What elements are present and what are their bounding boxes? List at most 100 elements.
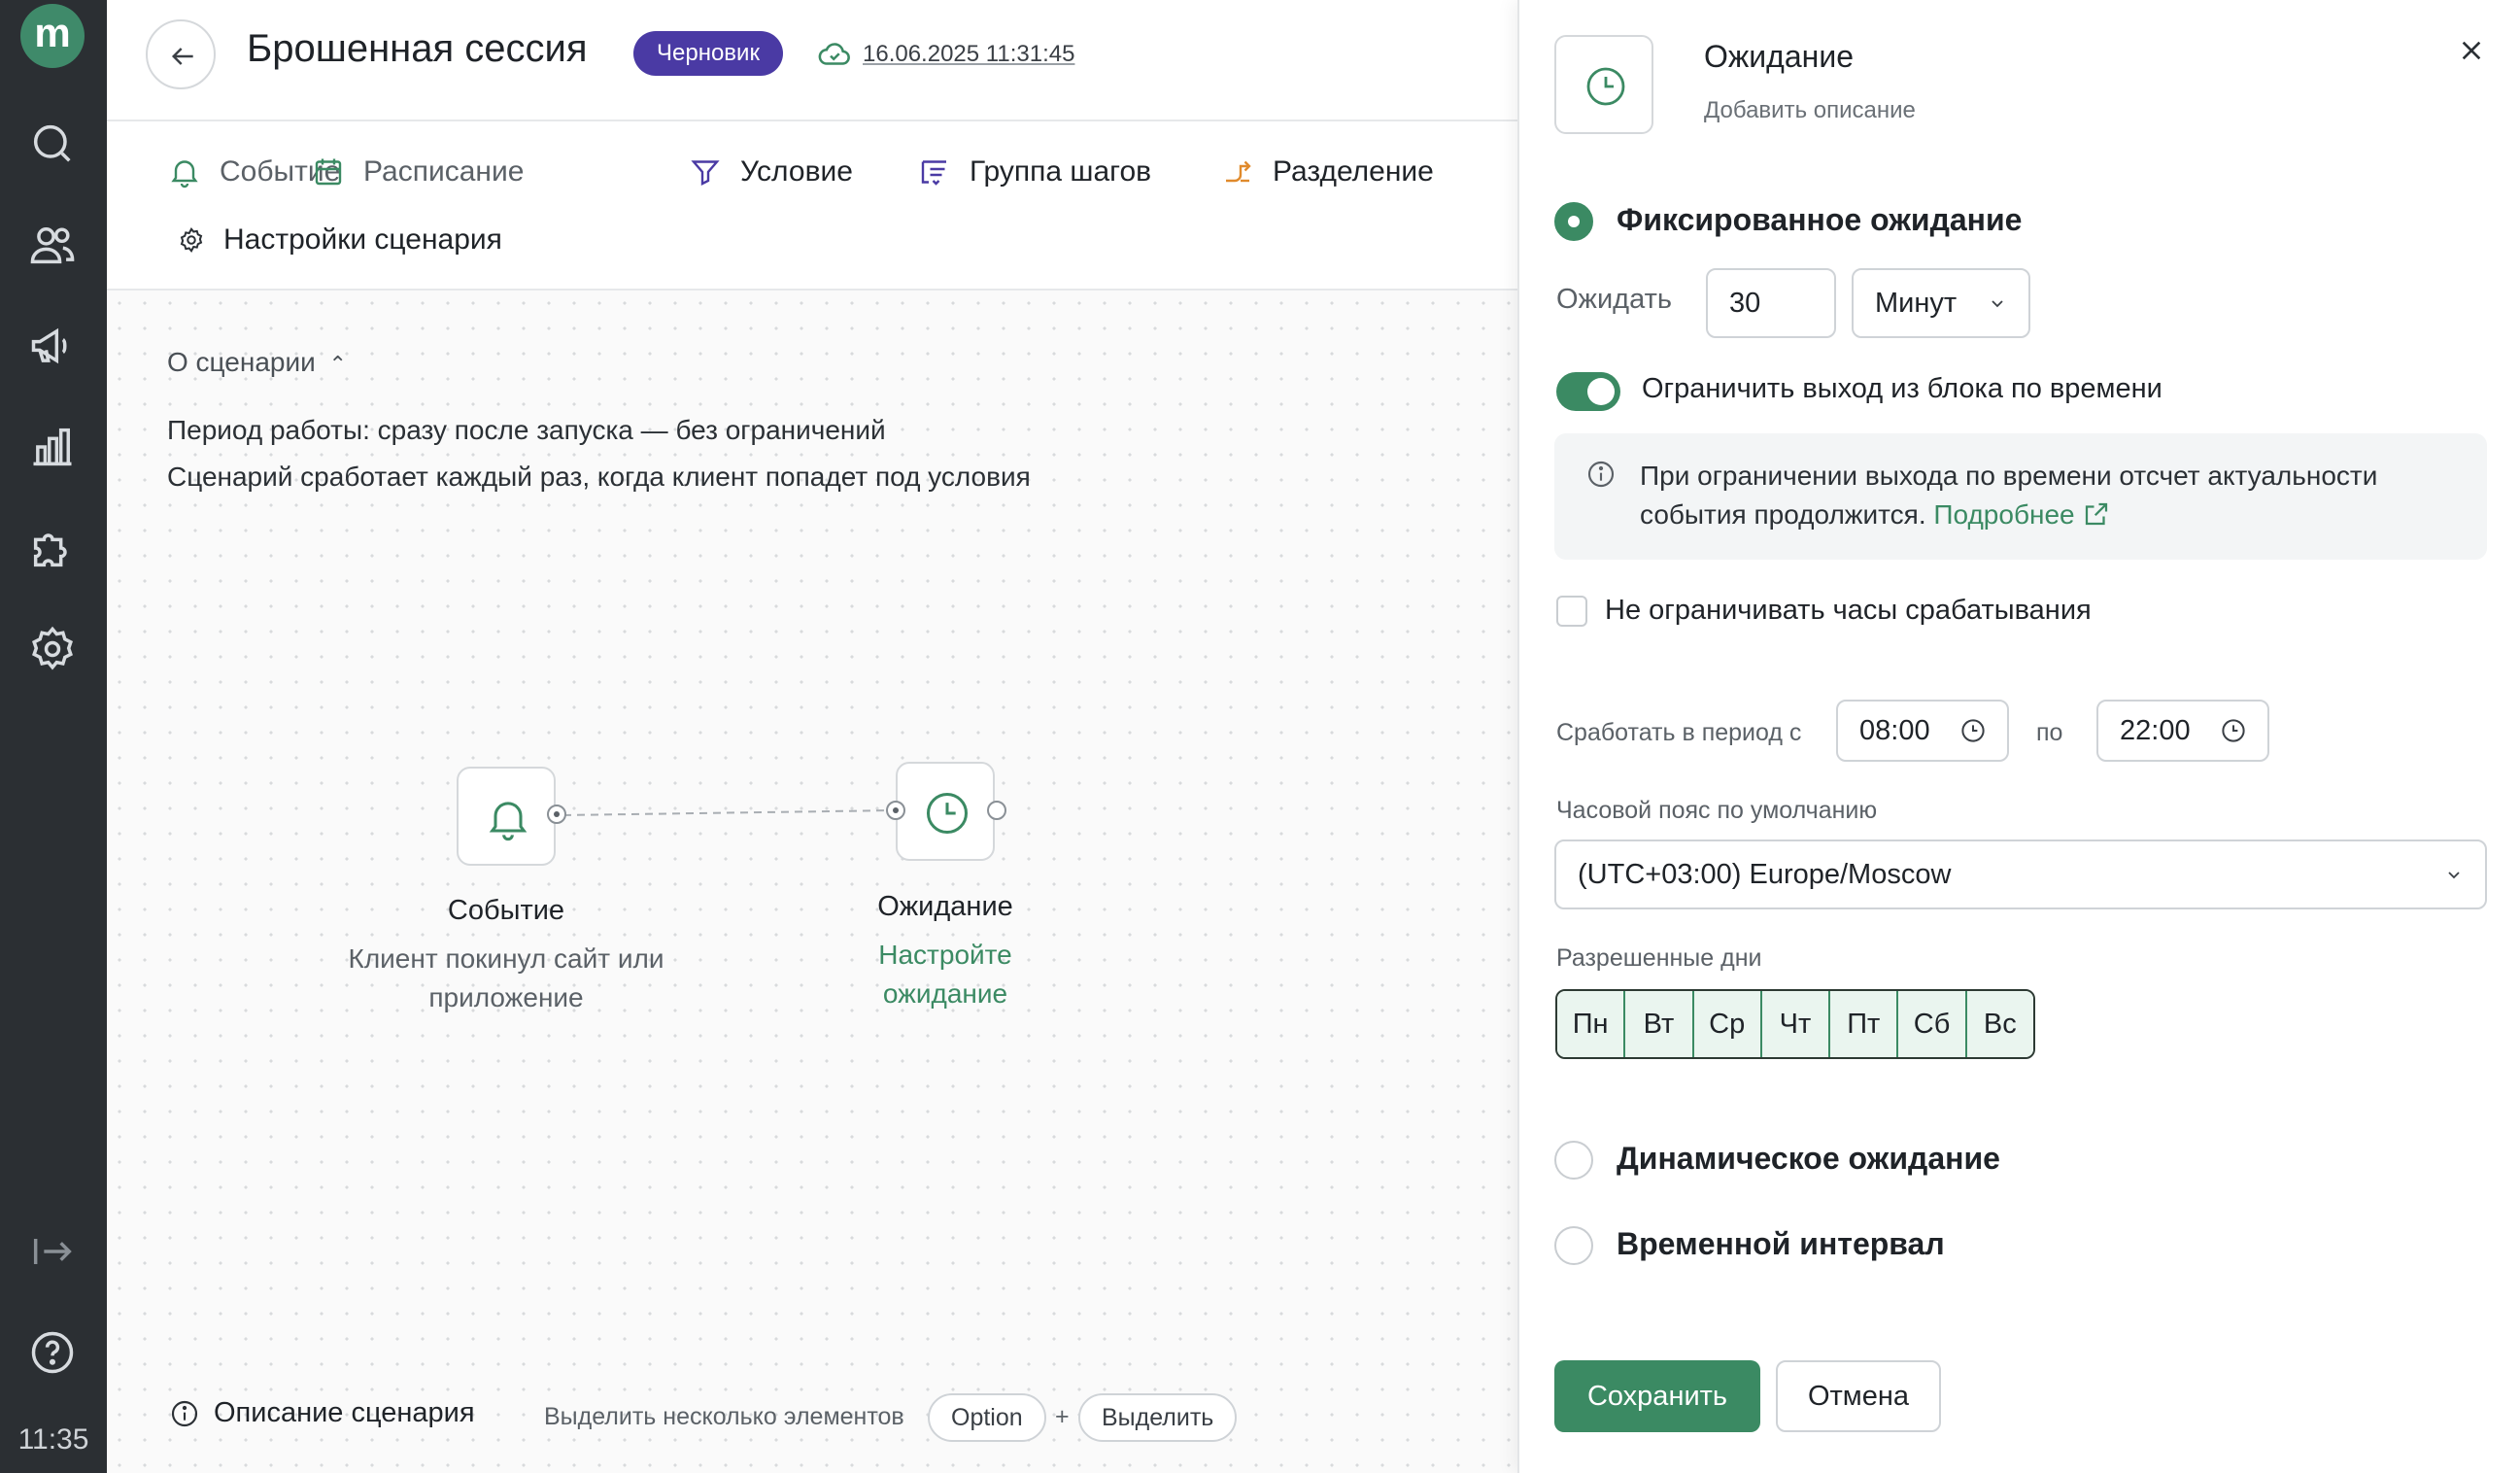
app-root: m 11:35 Брошенная сессия Черновик 16.06.…: [0, 0, 2520, 1473]
node-wait-in-port[interactable]: [886, 801, 905, 820]
multi-select-hint: Выделить несколько элементов: [544, 1403, 904, 1430]
info-text-line-2: события продолжится. Подробнее: [1640, 496, 2377, 534]
day-tue[interactable]: Вт: [1625, 991, 1694, 1057]
chevron-down-icon: [1992, 300, 2003, 308]
toolbar-item-condition[interactable]: Условие: [688, 143, 853, 201]
bell-icon: [489, 802, 528, 841]
day-mon[interactable]: Пн: [1557, 991, 1626, 1057]
period-from-input[interactable]: 08:00: [1836, 700, 2009, 762]
analytics-icon[interactable]: [27, 422, 78, 472]
scenario-description-button[interactable]: Описание сценария: [169, 1397, 475, 1429]
day-sun[interactable]: Вс: [1966, 991, 2033, 1057]
info-text: При ограничении выхода по времени отсчет…: [1640, 457, 2377, 534]
node-event[interactable]: [457, 767, 556, 866]
puzzle-icon[interactable]: [27, 523, 78, 573]
toolbar-item-label: Разделение: [1273, 155, 1434, 188]
node-wait-subtitle-line: ожидание: [882, 978, 1008, 1009]
cancel-button[interactable]: Отмена: [1776, 1360, 1941, 1432]
info-text-line: события продолжится.: [1640, 499, 1926, 530]
clock-icon: [1586, 67, 1625, 106]
scenario-canvas[interactable]: О сценарии ⌃ Период работы: сразу после …: [107, 291, 1517, 1473]
toolbar-item-label: Условие: [740, 155, 853, 188]
more-info-link[interactable]: Подробнее: [1933, 499, 2111, 530]
users-icon[interactable]: [27, 220, 78, 270]
split-icon: [1226, 160, 1251, 183]
toolbar-item-split[interactable]: Разделение: [1220, 143, 1434, 201]
limit-exit-toggle[interactable]: [1556, 372, 1620, 411]
node-wait[interactable]: [896, 762, 995, 861]
timezone-select[interactable]: (UTC+03:00) Europe/Moscow: [1554, 839, 2487, 909]
timezone-value: (UTC+03:00) Europe/Moscow: [1578, 859, 1952, 890]
more-info-link-label: Подробнее: [1933, 499, 2075, 530]
option-time-interval-label: Временной интервал: [1617, 1226, 1945, 1261]
scenario-description-label: Описание сценария: [214, 1397, 475, 1428]
about-toggle[interactable]: О сценарии ⌃: [167, 347, 347, 378]
period-to-label: по: [2036, 719, 2063, 746]
about-period: Период работы: сразу после запуска — без…: [167, 415, 886, 445]
day-fri[interactable]: Пт: [1830, 991, 1899, 1057]
panel-description-input[interactable]: Добавить описание: [1704, 97, 1916, 124]
header: Брошенная сессия Черновик 16.06.2025 11:…: [107, 0, 1517, 121]
plus-sign: +: [1055, 1403, 1070, 1430]
day-thu[interactable]: Чт: [1761, 991, 1831, 1057]
toolbar-item-step-group[interactable]: Группа шагов: [917, 143, 1151, 201]
canvas-footer: Описание сценария Выделить несколько эле…: [107, 1389, 1517, 1448]
external-link-icon: [2086, 502, 2108, 526]
wait-settings-panel: Ожидание Добавить описание Фиксированное…: [1517, 0, 2520, 1473]
radio-dynamic-wait[interactable]: [1554, 1141, 1593, 1180]
allowed-days-selector: Пн Вт Ср Чт Пт Сб Вс: [1555, 989, 2035, 1059]
logout-icon[interactable]: [27, 1226, 78, 1277]
allowed-days-label: Разрешенные дни: [1556, 944, 1762, 972]
info-notice: При ограничении выхода по времени отсчет…: [1554, 433, 2487, 560]
node-event-out-port[interactable]: [547, 805, 566, 824]
node-wait-subtitle-line: Настройте: [878, 940, 1012, 970]
saved-timestamp: 16.06.2025 11:31:45: [863, 41, 1075, 67]
node-event-title: Событие: [447, 895, 565, 926]
settings-icon[interactable]: [27, 624, 78, 674]
toolbar-item-scenario-settings[interactable]: Настройки сценария: [177, 211, 502, 269]
save-button[interactable]: Сохранить: [1554, 1360, 1760, 1432]
key-select: Выделить: [1078, 1393, 1238, 1442]
clock-icon: [2222, 719, 2245, 742]
node-event-subtitle: Клиент покинул сайт или приложение: [349, 940, 664, 1017]
search-icon[interactable]: [27, 119, 78, 169]
about-title: О сценарии: [167, 347, 316, 377]
node-wait-subtitle[interactable]: Настройте ожидание: [848, 936, 1042, 1013]
node-event-subtitle-line: Клиент покинул сайт или: [348, 943, 664, 974]
status-badge: Черновик: [633, 31, 783, 76]
key-option: Option: [928, 1393, 1046, 1442]
no-limit-hours-checkbox[interactable]: [1556, 596, 1587, 627]
arrow-left-icon: [171, 48, 193, 65]
clock-icon: [1961, 719, 1985, 742]
wait-unit-value: Минут: [1875, 288, 1958, 319]
close-button[interactable]: [2452, 31, 2491, 70]
toolbar-item-schedule[interactable]: Расписание: [311, 143, 524, 201]
clock-time: 11:35: [17, 1423, 89, 1456]
saved-indicator[interactable]: 16.06.2025 11:31:45: [816, 35, 1074, 74]
toolbar: Событие Расписание Условие Группа шагов …: [107, 123, 1517, 291]
radio-time-interval[interactable]: [1554, 1226, 1593, 1265]
day-wed[interactable]: Ср: [1693, 991, 1762, 1057]
about-trigger: Сценарий сработает каждый раз, когда кли…: [167, 462, 1031, 492]
wait-unit-select[interactable]: Минут: [1852, 268, 2030, 338]
megaphone-icon[interactable]: [27, 321, 78, 371]
toolbar-item-label: Настройки сценария: [223, 223, 502, 256]
clock-icon: [926, 792, 969, 835]
back-button[interactable]: [146, 19, 216, 89]
logo[interactable]: m: [20, 4, 85, 68]
radio-fixed-wait[interactable]: [1554, 202, 1593, 241]
node-event-subtitle-line: приложение: [428, 982, 584, 1012]
info-text-line: При ограничении выхода по времени отсчет…: [1640, 461, 2378, 491]
node-wait-out-port[interactable]: [987, 801, 1006, 820]
close-icon: [2462, 41, 2481, 60]
sidebar: m 11:35: [0, 0, 107, 1473]
node-wait-title: Ожидание: [877, 891, 1013, 922]
wait-label: Ожидать: [1556, 284, 1672, 315]
wait-value-input[interactable]: 30: [1706, 268, 1836, 338]
period-to-input[interactable]: 22:00: [2096, 700, 2269, 762]
help-icon[interactable]: [27, 1327, 78, 1378]
step-group-icon: [921, 160, 946, 186]
chevron-up-icon: ⌃: [328, 352, 347, 376]
panel-title[interactable]: Ожидание: [1704, 39, 1854, 75]
day-sat[interactable]: Сб: [1898, 991, 1967, 1057]
